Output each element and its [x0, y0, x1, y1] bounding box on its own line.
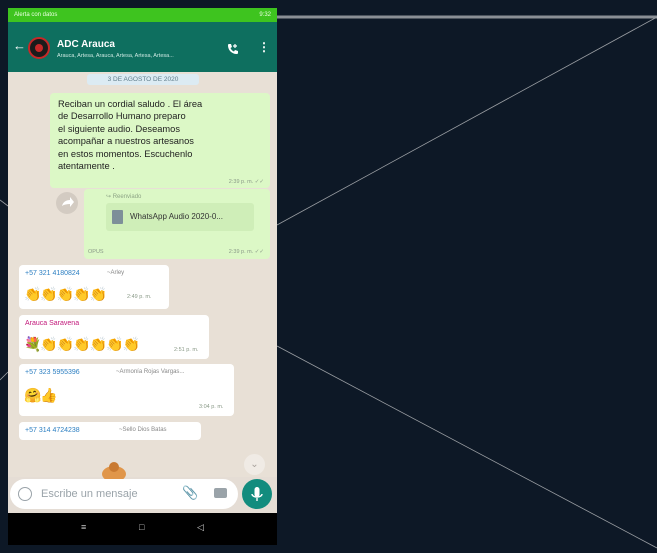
group-participants[interactable]: Arauca, Artesa, Arauca, Artesa, Artesa, …	[57, 53, 217, 59]
camera-icon[interactable]	[214, 488, 227, 498]
sender-alias: ~Arley	[107, 270, 125, 276]
forwarded-label: ↪ Reenviado	[106, 194, 142, 200]
nav-back-button[interactable]: ◁	[197, 522, 204, 533]
message-time: 2:39 p. m. ✓✓	[228, 249, 264, 255]
message-emojis: 💐👏👏👏👏👏👏	[24, 336, 140, 352]
incoming-message[interactable]: Arauca Saravena 💐👏👏👏👏👏👏 2:51 p. m.	[19, 315, 209, 359]
sender-phone[interactable]: +57 321 4180824	[25, 270, 80, 277]
date-chip: 3 DE AGOSTO DE 2020	[87, 74, 199, 85]
sender-name[interactable]: Arauca Saravena	[25, 320, 79, 327]
message-emojis: 🤗👍	[24, 387, 58, 403]
sender-alias: ~Sello Dios Batas	[119, 427, 167, 433]
file-name: WhatsApp Audio 2020-0...	[130, 212, 223, 221]
message-input-placeholder[interactable]: Escribe un mensaje	[41, 488, 138, 500]
audio-file-attachment[interactable]: WhatsApp Audio 2020-0...	[106, 203, 254, 231]
status-bar: Alerta con datos 9:32	[8, 8, 277, 22]
android-nav-bar: ≡ □ ◁	[8, 513, 277, 545]
arrow-left-icon[interactable]: ←	[13, 39, 26, 52]
message-time: 2:51 p. m.	[174, 347, 199, 353]
message-time: 2:39 p. m. ✓✓	[228, 179, 264, 185]
more-vertical-icon[interactable]: ⋮	[258, 41, 270, 53]
add-call-icon[interactable]	[227, 43, 239, 55]
nav-home-button[interactable]: □	[139, 522, 144, 532]
incoming-message[interactable]: +57 323 5955396 ~Armonía Rojas Vargas...…	[19, 364, 234, 416]
incoming-message[interactable]: +57 321 4180824 ~Arley 👏👏👏👏👏 2:49 p. m.	[19, 265, 169, 309]
sender-phone[interactable]: +57 323 5955396	[25, 369, 80, 376]
smiley-icon[interactable]	[18, 487, 32, 501]
paperclip-icon[interactable]: 📎	[182, 485, 198, 501]
file-type: OPUS	[88, 249, 104, 255]
nav-menu-button[interactable]: ≡	[81, 522, 86, 532]
message-input-bar[interactable]: Escribe un mensaje 📎	[10, 479, 238, 509]
incoming-message[interactable]: +57 314 4724238 ~Sello Dios Batas	[19, 422, 201, 440]
message-emojis: 👏👏👏👏👏	[24, 286, 107, 302]
group-title[interactable]: ADC Arauca	[57, 39, 115, 50]
scroll-down-button[interactable]: ⌄	[244, 454, 265, 475]
document-icon	[112, 210, 123, 224]
status-left: Alerta con datos	[14, 12, 58, 18]
message-time: 2:49 p. m.	[127, 294, 152, 300]
status-time: 9:32	[259, 12, 271, 18]
phone-screen: Alerta con datos 9:32 ← ADC Arauca Arauc…	[8, 8, 277, 545]
chat-area[interactable]: 3 DE AGOSTO DE 2020 Reciban un cordial s…	[8, 72, 277, 482]
sender-alias: ~Armonía Rojas Vargas...	[116, 369, 185, 375]
outgoing-audio-message[interactable]: ↪ Reenviado WhatsApp Audio 2020-0... OPU…	[84, 189, 270, 259]
message-text: Reciban un cordial saludo . El área de D…	[58, 99, 203, 172]
sender-phone[interactable]: +57 314 4724238	[25, 427, 80, 434]
message-time: 3:04 p. m.	[199, 404, 224, 410]
outgoing-message[interactable]: Reciban un cordial saludo . El área de D…	[50, 93, 270, 188]
group-avatar[interactable]	[28, 37, 50, 59]
microphone-icon[interactable]	[242, 479, 272, 509]
chat-header: ← ADC Arauca Arauca, Artesa, Arauca, Art…	[8, 22, 277, 72]
share-icon[interactable]	[56, 192, 78, 214]
